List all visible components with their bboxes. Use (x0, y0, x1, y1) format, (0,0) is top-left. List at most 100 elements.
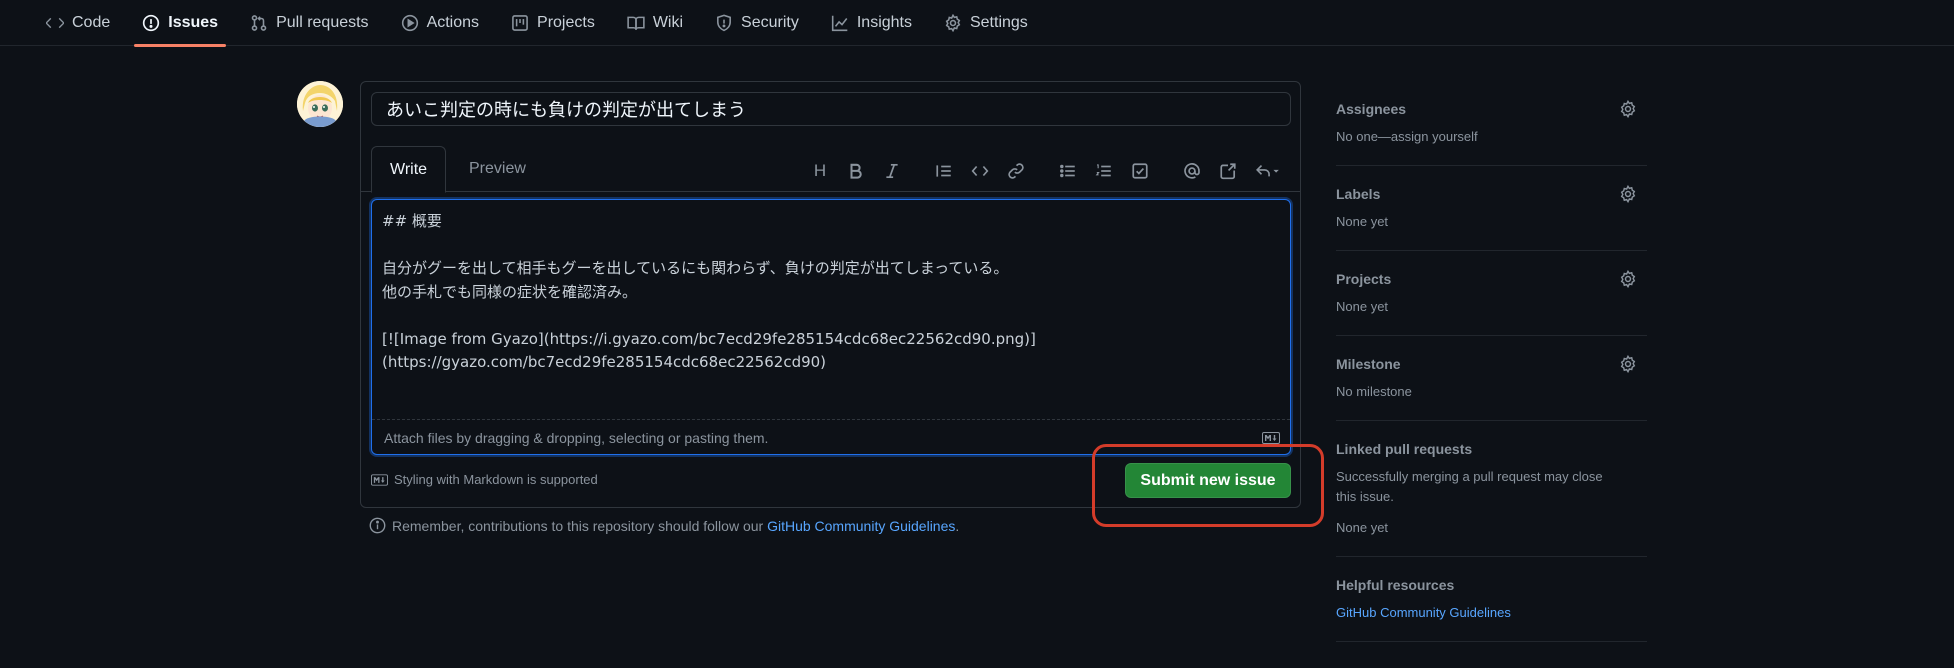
labels-title[interactable]: Labels (1336, 166, 1647, 202)
avatar-image (297, 81, 343, 127)
assignees-title[interactable]: Assignees (1336, 96, 1647, 117)
nav-item-pull-requests[interactable]: Pull requests (234, 0, 385, 46)
linked-pull-requests-title: Linked pull requests (1336, 441, 1473, 457)
contribution-guidelines-note: Remember, contributions to this reposito… (369, 517, 959, 534)
issue-icon (142, 14, 160, 32)
code-icon (971, 165, 989, 177)
nav-label-projects: Projects (537, 13, 595, 31)
markdown-icon (371, 473, 388, 486)
markdown-hint[interactable]: Styling with Markdown is supported (371, 472, 598, 487)
milestone-gear-icon[interactable] (1619, 354, 1637, 374)
helpful-resources-section: Helpful resources GitHub Community Guide… (1336, 557, 1647, 642)
issue-title-input[interactable]: あいこ判定の時にも負けの判定が出てしまう (371, 92, 1291, 126)
helpful-resources-title: Helpful resources (1336, 577, 1455, 593)
nav-label-wiki: Wiki (652, 13, 684, 31)
issue-title-value: あいこ判定の時にも負けの判定が出てしまう (386, 100, 746, 121)
bold-icon (850, 163, 862, 179)
attach-files-bar[interactable]: Attach files by dragging & dropping, sel… (372, 421, 1290, 455)
mention-button[interactable] (1174, 156, 1210, 186)
markdown-icon (1262, 432, 1280, 444)
community-guidelines-link[interactable]: GitHub Community Guidelines (767, 518, 955, 534)
gear-icon (944, 13, 962, 32)
nav-item-code[interactable]: Code (30, 0, 126, 46)
nav-label-pull-requests: Pull requests (276, 13, 369, 31)
nav-label-settings: Settings (969, 13, 1028, 31)
link-button[interactable] (998, 156, 1034, 186)
new-issue-form: あいこ判定の時にも負けの判定が出てしまう Write Preview H ## … (360, 81, 1301, 508)
projects-title[interactable]: Projects (1336, 251, 1647, 287)
labels-gear-icon[interactable] (1619, 184, 1637, 204)
heading-icon: H (813, 161, 827, 180)
assignees-value[interactable]: No one—assign yourself (1336, 127, 1647, 147)
italic-button[interactable] (874, 156, 910, 186)
linked-pull-requests-description: Successfully merging a pull request may … (1336, 469, 1603, 504)
assignees-section: Assignees No one—assign yourself (1336, 96, 1647, 166)
book-icon (627, 14, 645, 32)
code-button[interactable] (962, 156, 998, 186)
markdown-toolbar: H (802, 156, 1290, 186)
submit-button-label: Submit new issue (1140, 471, 1276, 489)
tab-preview-label: Preview (469, 160, 526, 177)
task-list-icon (1132, 163, 1148, 179)
bold-button[interactable] (838, 156, 874, 186)
reply-icon (1256, 165, 1279, 177)
graph-icon (831, 14, 849, 32)
nav-label-insights: Insights (856, 13, 912, 31)
attach-files-hint: Attach files by dragging & dropping, sel… (384, 430, 769, 446)
issue-body-textarea[interactable]: ## 概要 自分がグーを出して相手もグーを出しているにも関わらず、負けの判定が出… (372, 200, 1290, 420)
shield-icon (715, 14, 733, 32)
project-icon (511, 14, 529, 32)
repo-nav: Code Issues Pull requests Actions Projec… (0, 0, 1954, 47)
italic-icon (886, 163, 898, 179)
nav-item-security[interactable]: Security (699, 0, 815, 46)
sidebar-community-guidelines-link[interactable]: GitHub Community Guidelines (1336, 605, 1647, 620)
heading-button[interactable]: H (802, 156, 838, 186)
pull-request-icon (250, 14, 268, 32)
nav-item-wiki[interactable]: Wiki (611, 0, 699, 46)
projects-section: Projects None yet (1336, 251, 1647, 336)
quote-button[interactable] (926, 156, 962, 186)
play-icon (401, 14, 419, 32)
nav-item-projects[interactable]: Projects (495, 0, 611, 46)
nav-label-code: Code (72, 13, 111, 31)
issue-body-field[interactable]: ## 概要 自分がグーを出して相手もグーを出しているにも関わらず、負けの判定が出… (371, 199, 1291, 455)
reference-button[interactable] (1210, 156, 1246, 186)
task-list-button[interactable] (1122, 156, 1158, 186)
milestone-title[interactable]: Milestone (1336, 336, 1647, 372)
milestone-value: No milestone (1336, 384, 1412, 399)
unordered-list-icon (1060, 164, 1075, 178)
linked-pull-requests-value: None yet (1336, 520, 1389, 535)
link-icon (1008, 163, 1024, 179)
linked-pull-requests-section: Linked pull requests Successfully mergin… (1336, 421, 1647, 557)
quote-icon (936, 165, 951, 177)
nav-item-actions[interactable]: Actions (385, 0, 495, 46)
issue-sidebar: Assignees No one—assign yourself Labels … (1336, 96, 1647, 642)
nav-label-security: Security (741, 13, 799, 31)
nav-item-settings[interactable]: Settings (928, 0, 1044, 46)
nav-item-insights[interactable]: Insights (815, 0, 928, 46)
projects-value: None yet (1336, 299, 1389, 314)
nav-label-issues: Issues (168, 13, 219, 31)
nav-label-actions: Actions (426, 13, 480, 31)
projects-gear-icon[interactable] (1619, 269, 1637, 289)
editor-tabs: Write Preview H (361, 146, 1300, 193)
tab-write-label: Write (390, 160, 428, 178)
assignees-gear-icon[interactable] (1619, 99, 1637, 119)
code-icon (46, 14, 64, 32)
guidelines-prefix: Remember, contributions to this reposito… (392, 517, 768, 534)
avatar[interactable] (297, 81, 343, 127)
info-icon (369, 517, 386, 534)
tab-preview[interactable]: Preview (451, 146, 544, 192)
cross-reference-icon (1220, 163, 1236, 180)
labels-value: None yet (1336, 214, 1389, 229)
guidelines-text: Remember, contributions to this reposito… (392, 518, 959, 534)
unordered-list-button[interactable] (1050, 156, 1086, 186)
ordered-list-icon (1095, 164, 1111, 177)
mention-icon (1184, 163, 1200, 179)
nav-item-issues[interactable]: Issues (126, 0, 234, 47)
tab-write[interactable]: Write (371, 146, 447, 193)
submit-new-issue-button[interactable]: Submit new issue (1125, 463, 1291, 498)
guidelines-suffix: . (955, 517, 960, 534)
saved-replies-button[interactable] (1246, 156, 1290, 186)
ordered-list-button[interactable] (1086, 156, 1122, 186)
